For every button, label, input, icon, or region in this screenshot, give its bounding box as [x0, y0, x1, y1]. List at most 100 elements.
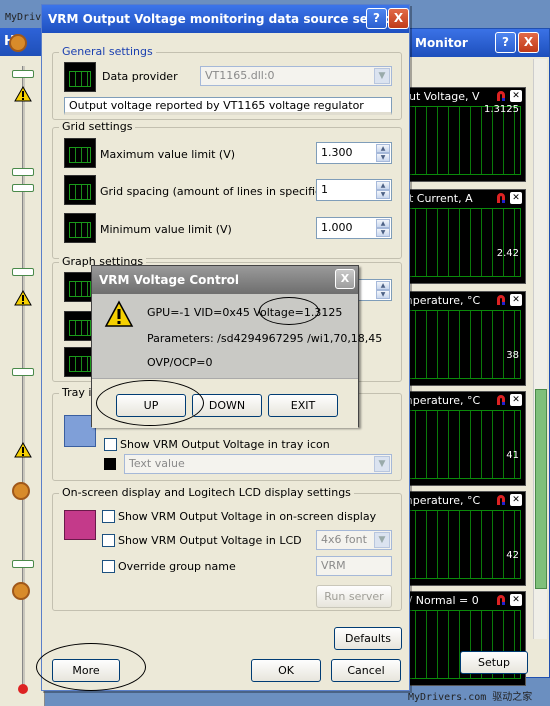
close-icon[interactable]: ✕ — [510, 494, 522, 506]
parameters-line: Parameters: /sd4294967295 /wi1,70,18,45 — [147, 332, 383, 345]
close-icon[interactable]: ✕ — [510, 192, 522, 204]
spin-down-icon[interactable]: ▼ — [376, 290, 390, 299]
monitor-help-button[interactable]: ? — [495, 32, 516, 53]
magnet-icon[interactable] — [495, 294, 507, 306]
graph-panel-label: mperature, °C — [402, 294, 481, 307]
dialog-title: VRM Output Voltage monitoring data sourc… — [48, 12, 391, 26]
hardware-monitor-window: Monitor ? X put Voltage, V ✕ 1.3125 ut Curr… — [388, 28, 550, 686]
tray-text-select[interactable]: Text value ▼ — [124, 454, 392, 474]
osd-lcd-legend: On-screen display and Logitech LCD displ… — [59, 486, 354, 499]
data-provider-label: Data provider — [102, 70, 178, 83]
close-icon[interactable]: ✕ — [510, 90, 522, 102]
graph-panel-label: put Voltage, V — [402, 90, 480, 103]
tray-color-swatch[interactable] — [104, 458, 116, 470]
graph-current-value: 2.42 — [496, 248, 519, 259]
voltage-control-close-button[interactable]: X — [335, 269, 355, 289]
close-icon[interactable]: ✕ — [510, 394, 522, 406]
group-name-value: VRM — [321, 559, 346, 572]
graph-panel-label: ut Current, A — [402, 192, 473, 205]
group-name-input[interactable]: VRM — [316, 556, 392, 576]
spin-up-icon[interactable]: ▲ — [376, 181, 390, 190]
grid-spacing-value: 1 — [321, 183, 328, 196]
max-limit-value: 1.300 — [321, 146, 353, 159]
slider-thumb[interactable] — [12, 70, 34, 78]
monitor-graph-panel: put Voltage, V ✕ 1.3125 — [399, 87, 526, 182]
chevron-down-icon: ▼ — [374, 532, 390, 548]
monitor-scrollbar[interactable] — [533, 59, 547, 639]
dialog-close-button[interactable]: X — [388, 8, 409, 29]
monitor-title: Monitor — [415, 36, 468, 50]
annotation-ellipse-voltage — [259, 297, 319, 325]
max-limit-input[interactable]: 1.300 ▲ ▼ — [316, 142, 392, 164]
graph-panel-label: l / Normal = 0 — [402, 594, 479, 607]
annotation-ellipse-more — [36, 643, 146, 691]
graph-current-value: 1.3125 — [484, 104, 519, 115]
close-icon[interactable]: ✕ — [510, 294, 522, 306]
warning-icon — [104, 300, 134, 327]
ok-button[interactable]: OK — [251, 659, 321, 682]
setup-button[interactable]: Setup — [460, 651, 528, 674]
general-settings-legend: General settings — [59, 45, 156, 58]
watermark-bottom: MyDrivers.com 驱动之家 — [408, 692, 533, 703]
graph-current-value: 42 — [506, 550, 519, 561]
slider-thumb[interactable] — [12, 560, 34, 568]
exit-button[interactable]: EXIT — [268, 394, 338, 417]
provider-description: Output voltage reported by VT1165 voltag… — [64, 97, 392, 115]
graph-panel-label: mperature, °C — [402, 494, 481, 507]
slider-thumb[interactable] — [12, 184, 34, 192]
graph-plot-area — [404, 410, 521, 479]
slider-thumb[interactable] — [12, 168, 34, 176]
monitor-close-button[interactable]: X — [518, 32, 539, 53]
override-group-checkbox[interactable] — [102, 560, 115, 573]
slider-thumb[interactable] — [12, 368, 34, 376]
spin-up-icon[interactable]: ▲ — [376, 281, 390, 290]
min-limit-input[interactable]: 1.000 ▲ ▼ — [316, 217, 392, 239]
show-lcd-checkbox[interactable] — [102, 534, 115, 547]
monitor-scrollbar-thumb[interactable] — [535, 389, 547, 589]
magnet-icon[interactable] — [495, 594, 507, 606]
max-limit-label: Maximum value limit (V) — [100, 148, 236, 161]
magnet-icon[interactable] — [495, 394, 507, 406]
graph-current-value: 41 — [506, 450, 519, 461]
graph-plot-area — [404, 208, 521, 277]
graph-plot-area — [404, 310, 521, 379]
grid-spacing-icon — [64, 175, 96, 205]
voltage-control-titlebar: VRM Voltage Control X — [92, 266, 358, 294]
spin-up-icon[interactable]: ▲ — [376, 144, 390, 153]
min-limit-icon — [64, 213, 96, 243]
chevron-down-icon: ▼ — [374, 456, 390, 472]
close-icon[interactable]: ✕ — [510, 594, 522, 606]
grid-spacing-input[interactable]: 1 ▲ ▼ — [316, 179, 392, 201]
defaults-button[interactable]: Defaults — [334, 627, 402, 650]
osd-logo-icon — [64, 510, 96, 540]
show-osd-checkbox[interactable] — [102, 510, 115, 523]
show-in-tray-checkbox[interactable] — [104, 438, 117, 451]
data-provider-select[interactable]: VT1165.dll:0 ▼ — [200, 66, 392, 86]
magnet-icon[interactable] — [495, 90, 507, 102]
warning-icon — [14, 442, 32, 458]
spin-down-icon[interactable]: ▼ — [376, 228, 390, 237]
lcd-font-select[interactable]: 4x6 font ▼ — [316, 530, 392, 550]
magnet-icon[interactable] — [495, 494, 507, 506]
spin-down-icon[interactable]: ▼ — [376, 153, 390, 162]
magnet-icon[interactable] — [495, 192, 507, 204]
slider-thumb[interactable] — [12, 268, 34, 276]
cancel-button[interactable]: Cancel — [331, 659, 401, 682]
show-osd-label: Show VRM Output Voltage in on-screen dis… — [118, 510, 377, 523]
data-provider-icon — [64, 62, 96, 92]
run-server-button[interactable]: Run server — [316, 585, 392, 608]
gear-icon — [9, 34, 27, 52]
warning-icon — [14, 86, 32, 102]
record-indicator-icon — [18, 684, 28, 694]
min-limit-value: 1.000 — [321, 221, 353, 234]
monitor-graph-panel: mperature, °C ✕ 42 — [399, 491, 526, 586]
dialog-help-button[interactable]: ? — [366, 8, 387, 29]
spin-up-icon[interactable]: ▲ — [376, 219, 390, 228]
override-group-label: Override group name — [118, 560, 236, 573]
annotation-ellipse-up — [96, 380, 204, 426]
monitor-graph-panel: mperature, °C ✕ 41 — [399, 391, 526, 486]
spin-down-icon[interactable]: ▼ — [376, 190, 390, 199]
gear-icon — [12, 482, 30, 500]
dialog-titlebar: VRM Output Voltage monitoring data sourc… — [42, 5, 409, 33]
background-app-window: Ha — [0, 28, 45, 706]
